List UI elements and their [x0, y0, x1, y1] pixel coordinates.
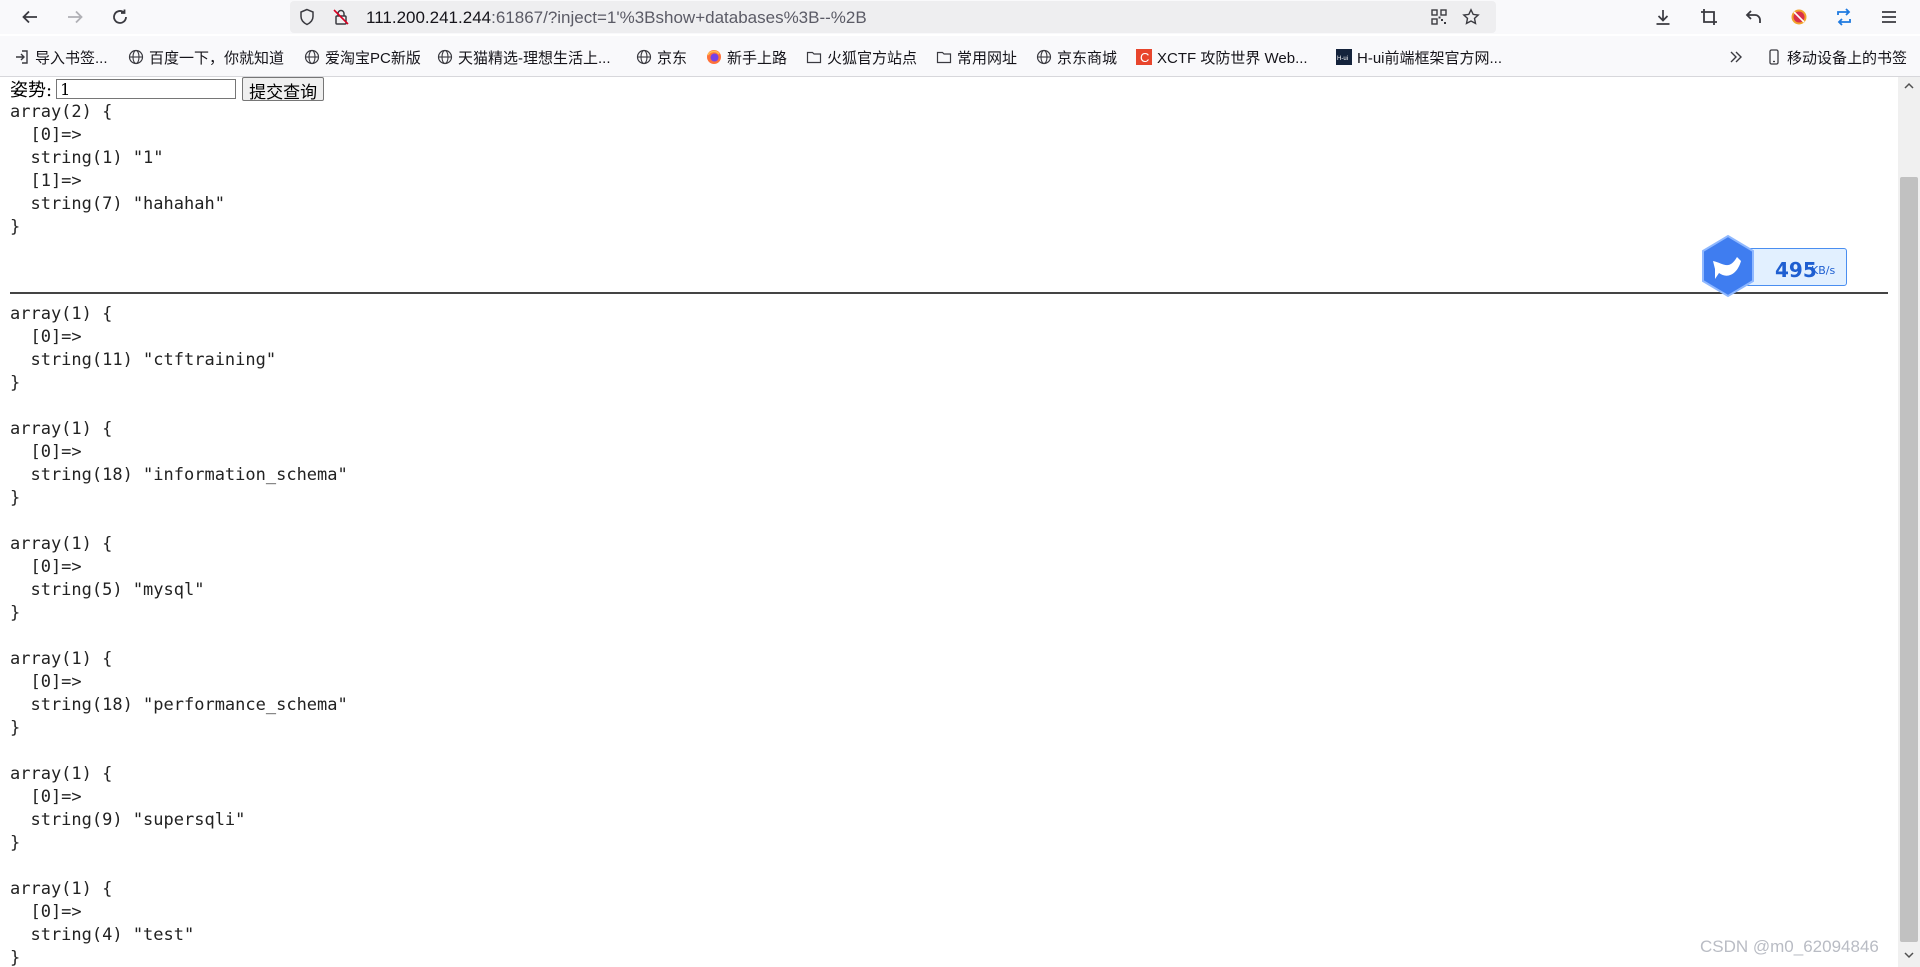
globe-icon [128, 49, 144, 65]
bookmark-label: 新手上路 [727, 49, 788, 67]
menu-button[interactable] [1876, 4, 1902, 30]
bookmark-xctf[interactable]: C XCTF 攻防世界 Web... [1136, 48, 1308, 67]
globe-icon [636, 49, 652, 65]
bookmark-baidu[interactable]: 百度一下，你就知道 [128, 48, 285, 67]
network-speed-widget[interactable]: 495 KB/s [1693, 231, 1853, 301]
import-icon [14, 49, 30, 65]
undo-icon [1745, 10, 1761, 23]
crop-icon [1701, 9, 1717, 25]
undo-button[interactable] [1741, 4, 1767, 30]
qr-code-icon[interactable] [1430, 8, 1448, 26]
sync-icon [1837, 8, 1851, 26]
bookmark-import[interactable]: 导入书签... [14, 48, 108, 67]
bookmark-label: XCTF 攻防世界 Web... [1157, 49, 1308, 67]
forward-button[interactable] [62, 4, 88, 30]
globe-icon [304, 49, 320, 65]
bookmark-label: 移动设备上的书签 [1787, 49, 1908, 67]
dump-output-test: array(1) { [0]=> string(4) "test" } [10, 879, 195, 967]
shield-icon[interactable] [298, 8, 316, 26]
bookmark-aitaobao[interactable]: 爱淘宝PC新版 [304, 48, 421, 67]
dump-output-supersqli: array(1) { [0]=> string(9) "supersqli" } [10, 764, 246, 853]
back-button[interactable] [17, 4, 43, 30]
hamburger-menu-icon [1882, 11, 1896, 23]
bookmark-label: 京东商城 [1057, 49, 1118, 67]
url-host: 111.200.241.244 [366, 8, 492, 27]
browser-toolbar: 111.200.241.244:61867/?inject=1'%3Bshow+… [0, 0, 1920, 34]
screenshot-button[interactable] [1696, 4, 1722, 30]
bookmark-label: 常用网址 [957, 49, 1018, 67]
bookmark-label: 火狐官方站点 [827, 49, 918, 67]
bookmark-label: H-ui前端框架官方网... [1357, 49, 1503, 67]
sync-tabs-button[interactable] [1831, 4, 1857, 30]
bookmark-hui[interactable]: H-ui H-ui前端框架官方网... [1336, 48, 1503, 67]
bookmark-label: 导入书签... [35, 49, 108, 67]
scroll-up-arrow-icon[interactable] [1903, 80, 1915, 92]
bookmark-jd-mall[interactable]: 京东商城 [1036, 48, 1118, 67]
inject-form: 姿势: 提交查询 [10, 77, 325, 103]
url-path: :61867/?inject=1'%3Bshow+databases%3B--%… [491, 8, 867, 27]
bookmark-label: 爱淘宝PC新版 [325, 49, 421, 67]
form-label: 姿势: [10, 80, 53, 101]
download-icon [1656, 10, 1670, 25]
bookmark-folder-firefox-sites[interactable]: 火狐官方站点 [806, 48, 918, 67]
insecure-lock-icon[interactable] [332, 8, 350, 26]
scroll-down-arrow-icon[interactable] [1903, 949, 1915, 961]
bookmarks-toolbar: 导入书签... 百度一下，你就知道 爱淘宝PC新版 天猫精选-理想生活上... … [0, 36, 1920, 77]
firefox-icon [706, 49, 722, 65]
dump-output-information-schema: array(1) { [0]=> string(18) "information… [10, 419, 348, 508]
bookmark-folder-common[interactable]: 常用网址 [936, 48, 1018, 67]
svg-text:H-ui: H-ui [1337, 56, 1348, 62]
bookmark-getting-started[interactable]: 新手上路 [706, 48, 788, 67]
bookmark-tmall[interactable]: 天猫精选-理想生活上... [437, 48, 611, 67]
bookmark-label: 天猫精选-理想生活上... [458, 49, 611, 67]
svg-text:C: C [1140, 50, 1149, 65]
divider [10, 292, 1888, 294]
scroll-thumb[interactable] [1900, 177, 1918, 942]
forward-arrow-icon [68, 10, 83, 24]
url-text[interactable]: 111.200.241.244:61867/?inject=1'%3Bshow+… [366, 8, 867, 28]
dump-output-first: array(2) { [0]=> string(1) "1" [1]=> str… [10, 102, 225, 237]
bookmarks-overflow-button[interactable] [1728, 48, 1749, 66]
blocker-extension-icon [1791, 9, 1807, 25]
page-content: 姿势: 提交查询 array(2) { [0]=> string(1) "1" … [0, 77, 1898, 967]
xctf-icon: C [1136, 49, 1152, 65]
mobile-bookmarks[interactable]: 移动设备上的书签 [1766, 48, 1908, 67]
dump-output-performance-schema: array(1) { [0]=> string(18) "performance… [10, 649, 348, 738]
back-arrow-icon [22, 10, 37, 24]
inject-input[interactable] [56, 79, 237, 99]
bookmark-jd[interactable]: 京东 [636, 48, 688, 67]
bookmark-star-icon[interactable] [1462, 8, 1480, 26]
submit-query-button[interactable]: 提交查询 [242, 77, 325, 103]
csdn-watermark: CSDN @m0_62094846 [1700, 937, 1879, 956]
bird-logo-icon [1702, 234, 1754, 298]
vertical-scrollbar[interactable] [1898, 77, 1920, 967]
extension-button[interactable] [1786, 4, 1812, 30]
bookmark-label: 百度一下，你就知道 [149, 49, 285, 67]
mobile-device-icon [1766, 49, 1782, 65]
dump-output-mysql: array(1) { [0]=> string(5) "mysql" } [10, 534, 205, 623]
globe-icon [437, 49, 453, 65]
folder-icon [806, 49, 822, 65]
double-chevron-right-icon [1728, 49, 1744, 65]
downloads-button[interactable] [1650, 4, 1676, 30]
globe-icon [1036, 49, 1052, 65]
speed-unit: KB/s [1811, 264, 1836, 277]
bookmark-label: 京东 [657, 49, 688, 67]
dump-output-ctftraining: array(1) { [0]=> string(11) "ctftraining… [10, 304, 277, 393]
address-bar[interactable]: 111.200.241.244:61867/?inject=1'%3Bshow+… [290, 1, 1496, 33]
reload-icon [113, 9, 127, 24]
folder-icon [936, 49, 952, 65]
reload-button[interactable] [107, 4, 133, 30]
hui-icon: H-ui [1336, 49, 1352, 65]
